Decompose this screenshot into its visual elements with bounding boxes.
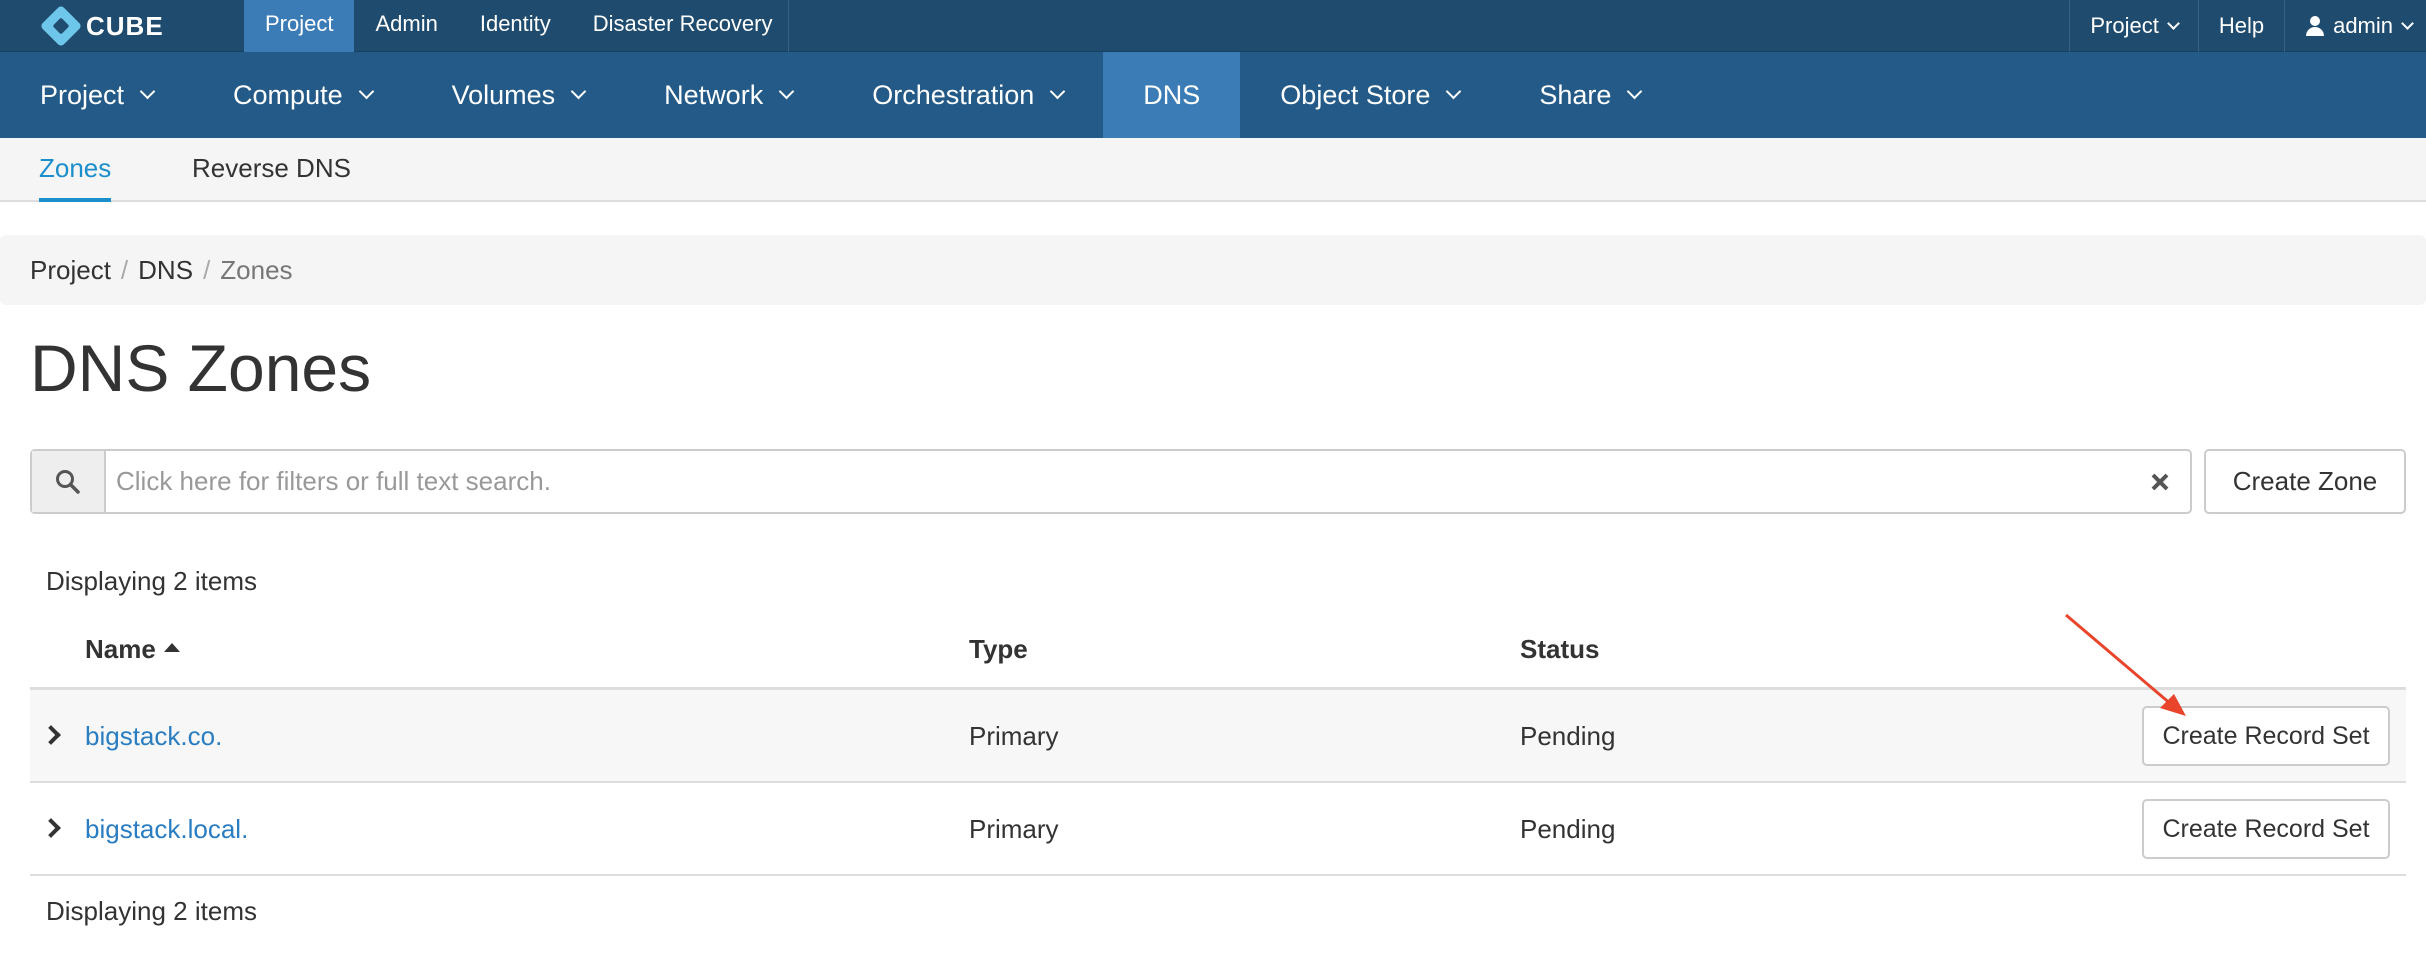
breadcrumb-separator: / bbox=[203, 254, 211, 285]
zone-type: Primary bbox=[969, 814, 1059, 844]
breadcrumb-zones: Zones bbox=[220, 254, 293, 285]
chevron-right-icon[interactable] bbox=[41, 818, 61, 838]
help-label: Help bbox=[2218, 13, 2265, 38]
sub-nav: Zones Reverse DNS bbox=[0, 138, 2426, 202]
breadcrumb-dns[interactable]: DNS bbox=[138, 255, 193, 286]
table-row: bigstack.local. Primary Pending Create R… bbox=[30, 783, 2406, 876]
page-title: DNS Zones bbox=[30, 331, 372, 405]
item-count-top: Displaying 2 items bbox=[46, 566, 257, 596]
clear-search-icon[interactable] bbox=[2130, 451, 2190, 512]
main-nav-label: Project bbox=[40, 80, 125, 110]
top-right-nav: Project Help admin bbox=[2069, 0, 2426, 52]
top-nav-identity[interactable]: Identity bbox=[459, 0, 572, 52]
main-nav-share[interactable]: Share bbox=[1499, 52, 1680, 138]
search-bar bbox=[30, 449, 2192, 514]
breadcrumb: Project / DNS / Zones bbox=[0, 235, 2426, 305]
project-dropdown[interactable]: Project bbox=[2069, 0, 2197, 52]
user-icon bbox=[2305, 15, 2325, 37]
main-nav-label: DNS bbox=[1143, 80, 1201, 110]
main-nav-orchestration[interactable]: Orchestration bbox=[832, 52, 1103, 138]
logo-text: CUBE bbox=[86, 10, 164, 41]
chevron-right-icon[interactable] bbox=[41, 725, 61, 745]
main-nav-label: Network bbox=[664, 80, 764, 110]
item-count-bottom: Displaying 2 items bbox=[46, 896, 257, 926]
top-nav-divider bbox=[788, 0, 789, 52]
top-nav-project[interactable]: Project bbox=[244, 0, 355, 52]
chevron-down-icon bbox=[1050, 83, 1066, 99]
zone-name-link[interactable]: bigstack.co. bbox=[85, 690, 222, 783]
main-nav-label: Orchestration bbox=[872, 80, 1035, 110]
search-icon bbox=[56, 469, 80, 494]
search-input[interactable] bbox=[106, 451, 2130, 512]
top-nav-disaster-recovery[interactable]: Disaster Recovery bbox=[572, 0, 794, 52]
user-name: admin bbox=[2333, 13, 2393, 38]
zone-name-link[interactable]: bigstack.local. bbox=[85, 783, 248, 876]
chevron-down-icon bbox=[1627, 83, 1643, 99]
project-dropdown-label: Project bbox=[2090, 13, 2159, 38]
table-row: bigstack.co. Primary Pending Create Reco… bbox=[30, 690, 2406, 783]
main-nav-label: Volumes bbox=[451, 80, 556, 110]
cube-logo[interactable]: CUBE bbox=[39, 4, 164, 48]
main-nav-network[interactable]: Network bbox=[624, 52, 832, 138]
main-nav-label: Share bbox=[1539, 80, 1612, 110]
chevron-down-icon bbox=[778, 83, 795, 99]
chevron-down-icon bbox=[2166, 16, 2180, 30]
top-left-nav: Project Admin Identity Disaster Recovery bbox=[244, 0, 794, 52]
zone-status: Pending bbox=[1520, 814, 1616, 844]
main-nav-dns[interactable]: DNS bbox=[1103, 52, 1241, 138]
user-menu[interactable]: admin bbox=[2284, 0, 2426, 52]
main-nav-label: Compute bbox=[233, 80, 343, 110]
top-nav-admin[interactable]: Admin bbox=[354, 0, 458, 52]
column-header-type: Type bbox=[969, 634, 1028, 664]
help-link[interactable]: Help bbox=[2197, 0, 2284, 52]
top-bar: CUBE Project Admin Identity Disaster Rec… bbox=[0, 0, 2426, 52]
column-header-status: Status bbox=[1520, 634, 1600, 664]
close-icon bbox=[2151, 473, 2169, 490]
sort-ascending-icon bbox=[163, 643, 180, 652]
zone-type: Primary bbox=[969, 721, 1059, 751]
tab-zones[interactable]: Zones bbox=[39, 138, 112, 202]
main-nav-label: Object Store bbox=[1280, 80, 1431, 110]
chevron-down-icon bbox=[139, 83, 156, 99]
breadcrumb-project[interactable]: Project bbox=[30, 255, 111, 286]
column-header-name-label: Name bbox=[85, 634, 156, 664]
chevron-down-icon bbox=[2401, 16, 2414, 30]
create-zone-button[interactable]: Create Zone bbox=[2204, 449, 2406, 514]
main-nav-object-store[interactable]: Object Store bbox=[1240, 52, 1499, 138]
tab-reverse-dns[interactable]: Reverse DNS bbox=[192, 138, 351, 202]
main-nav: Project Compute Volumes Network Orchestr… bbox=[0, 52, 2426, 138]
chevron-down-icon bbox=[358, 83, 374, 99]
main-nav-volumes[interactable]: Volumes bbox=[412, 52, 625, 138]
chevron-down-icon bbox=[570, 83, 587, 99]
cube-logo-icon bbox=[39, 4, 83, 48]
breadcrumb-separator: / bbox=[120, 254, 129, 285]
column-header-name[interactable]: Name bbox=[85, 634, 180, 665]
create-record-set-button[interactable]: Create Record Set bbox=[2142, 799, 2390, 859]
chevron-down-icon bbox=[1446, 83, 1462, 99]
main-nav-compute[interactable]: Compute bbox=[193, 52, 412, 138]
search-icon-addon bbox=[32, 451, 106, 512]
create-record-set-button[interactable]: Create Record Set bbox=[2142, 706, 2390, 766]
main-nav-project[interactable]: Project bbox=[0, 52, 193, 138]
zone-status: Pending bbox=[1520, 721, 1616, 751]
